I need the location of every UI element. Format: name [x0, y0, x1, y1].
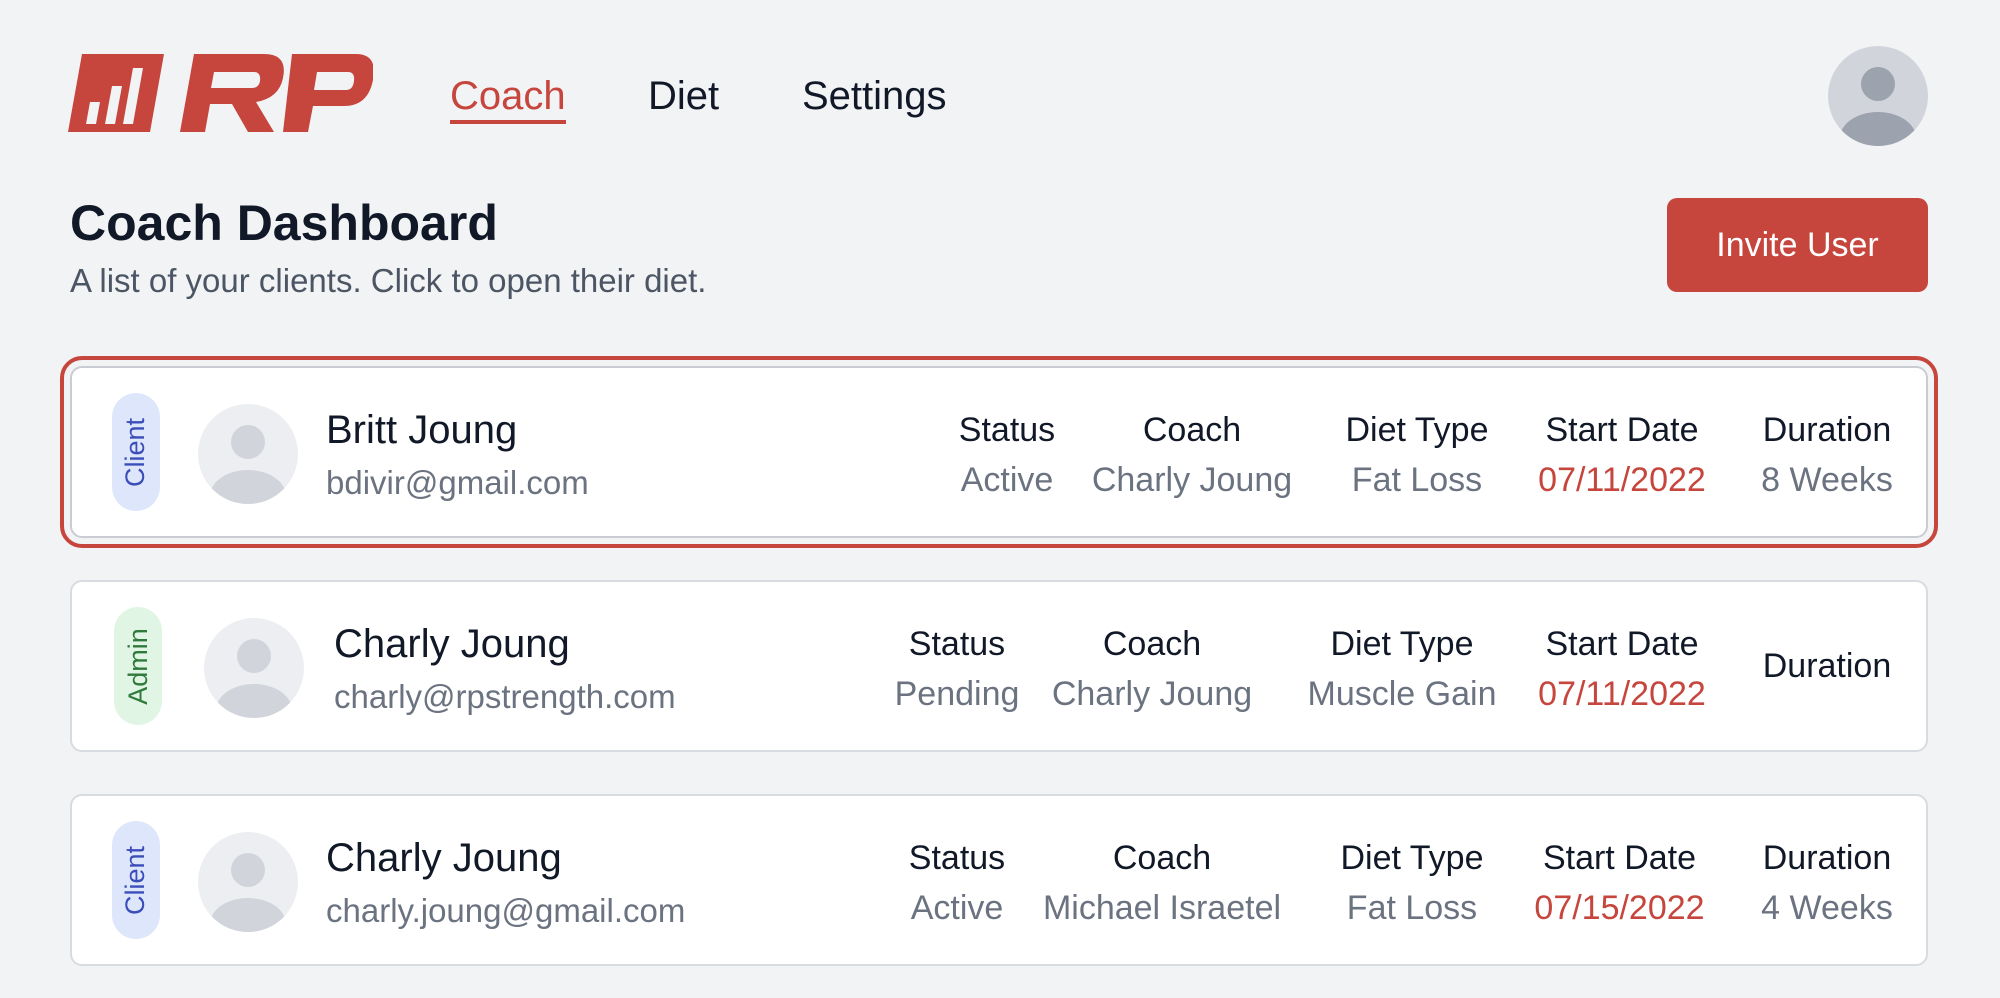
status-column: Status Active [887, 836, 1027, 930]
profile-avatar[interactable] [1828, 46, 1928, 146]
client-name: Britt Joung [326, 408, 518, 452]
client-email: charly.joung@gmail.com [326, 892, 686, 929]
start-date-value: 07/11/2022 [1538, 461, 1706, 499]
nav-settings[interactable]: Settings [802, 72, 947, 120]
nav-coach[interactable]: Coach [450, 72, 566, 124]
role-badge: Client [112, 821, 160, 939]
duration-column: Duration 8 Weeks [1752, 408, 1902, 502]
start-date-value: 07/11/2022 [1538, 675, 1706, 713]
user-icon [1840, 67, 1916, 146]
diet-type-column: Diet Type Fat Loss [1332, 408, 1502, 502]
duration-column: Duration 4 Weeks [1752, 836, 1902, 930]
coach-value: Charly Joung [1051, 675, 1253, 713]
client-email: bdivir@gmail.com [326, 464, 589, 501]
coach-column: Coach Michael Israetel [1037, 836, 1287, 930]
client-name: Charly Joung [334, 622, 570, 666]
role-badge: Client [112, 393, 160, 511]
duration-value: 8 Weeks [1761, 461, 1893, 499]
coach-column: Coach Charly Joung [1042, 622, 1262, 716]
coach-column: Coach Charly Joung [1082, 408, 1302, 502]
client-card[interactable]: Client Britt Joung bdivir@gmail.com Stat… [60, 356, 1938, 548]
diet-type-value: Fat Loss [1346, 889, 1478, 927]
start-date-column: Start Date 07/11/2022 [1532, 408, 1712, 502]
duration-value: 4 Weeks [1761, 889, 1893, 927]
status-value: Active [960, 461, 1054, 499]
client-avatar [198, 404, 298, 504]
invite-user-button[interactable]: Invite User [1667, 198, 1928, 292]
role-badge: Admin [114, 607, 162, 725]
diet-type-value: Fat Loss [1351, 461, 1483, 499]
user-icon [216, 639, 292, 718]
status-value: Active [910, 889, 1004, 927]
diet-type-column: Diet Type Fat Loss [1327, 836, 1497, 930]
coach-value: Charly Joung [1091, 461, 1293, 499]
user-icon [210, 425, 286, 504]
client-avatar [198, 832, 298, 932]
nav-diet[interactable]: Diet [648, 72, 719, 120]
client-email: charly@rpstrength.com [334, 678, 676, 715]
top-nav: Coach Diet Settings [0, 0, 2000, 180]
client-name: Charly Joung [326, 836, 562, 880]
diet-type-column: Diet Type Muscle Gain [1302, 622, 1502, 716]
status-value: Pending [894, 675, 1020, 713]
client-card[interactable]: Admin Charly Joung charly@rpstrength.com… [70, 580, 1928, 752]
client-card[interactable]: Client Charly Joung charly.joung@gmail.c… [70, 794, 1928, 966]
rp-logo[interactable] [68, 54, 373, 138]
page-title: Coach Dashboard [70, 195, 498, 251]
start-date-value: 07/15/2022 [1534, 889, 1705, 927]
start-date-column: Start Date 07/11/2022 [1532, 622, 1712, 716]
duration-column: Duration [1762, 647, 1892, 685]
diet-type-value: Muscle Gain [1307, 675, 1497, 713]
coach-value: Michael Israetel [1042, 889, 1282, 927]
user-icon [210, 853, 286, 932]
client-avatar [204, 618, 304, 718]
page-subtitle: A list of your clients. Click to open th… [70, 262, 707, 299]
status-column: Status Pending [882, 622, 1032, 716]
status-column: Status Active [942, 408, 1072, 502]
start-date-column: Start Date 07/15/2022 [1527, 836, 1712, 930]
